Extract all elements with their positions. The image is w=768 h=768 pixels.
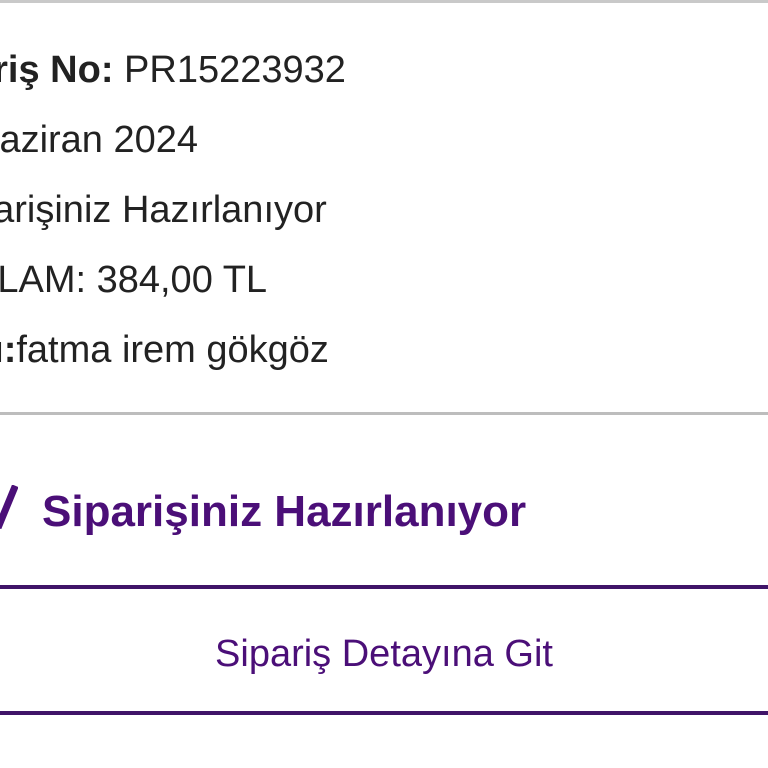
- status-banner: Siparişiniz Hazırlanıyor: [0, 415, 768, 587]
- order-page: ariş No: PR15223932 Haziran 2024 parişin…: [0, 0, 768, 768]
- order-detail-button[interactable]: Sipariş Detayına Git: [0, 585, 768, 715]
- order-number-value: PR15223932: [124, 49, 346, 91]
- status-title: Siparişiniz Hazırlanıyor: [42, 487, 527, 536]
- order-number-row: ariş No: PR15223932: [0, 51, 346, 89]
- order-total: PLAM: 384,00 TL: [0, 259, 268, 301]
- customer-label: cı:: [0, 329, 17, 371]
- order-status: parişiniz Hazırlanıyor: [0, 189, 327, 231]
- order-number-label: ariş No:: [0, 49, 114, 91]
- order-detail-button-label: Sipariş Detayına Git: [215, 633, 553, 675]
- customer-row: cı:fatma irem gökgöz: [0, 331, 329, 369]
- check-icon: [0, 485, 18, 529]
- order-date: Haziran 2024: [0, 119, 199, 161]
- customer-name: fatma irem gökgöz: [16, 329, 329, 371]
- order-summary-card: ariş No: PR15223932 Haziran 2024 parişin…: [0, 3, 768, 415]
